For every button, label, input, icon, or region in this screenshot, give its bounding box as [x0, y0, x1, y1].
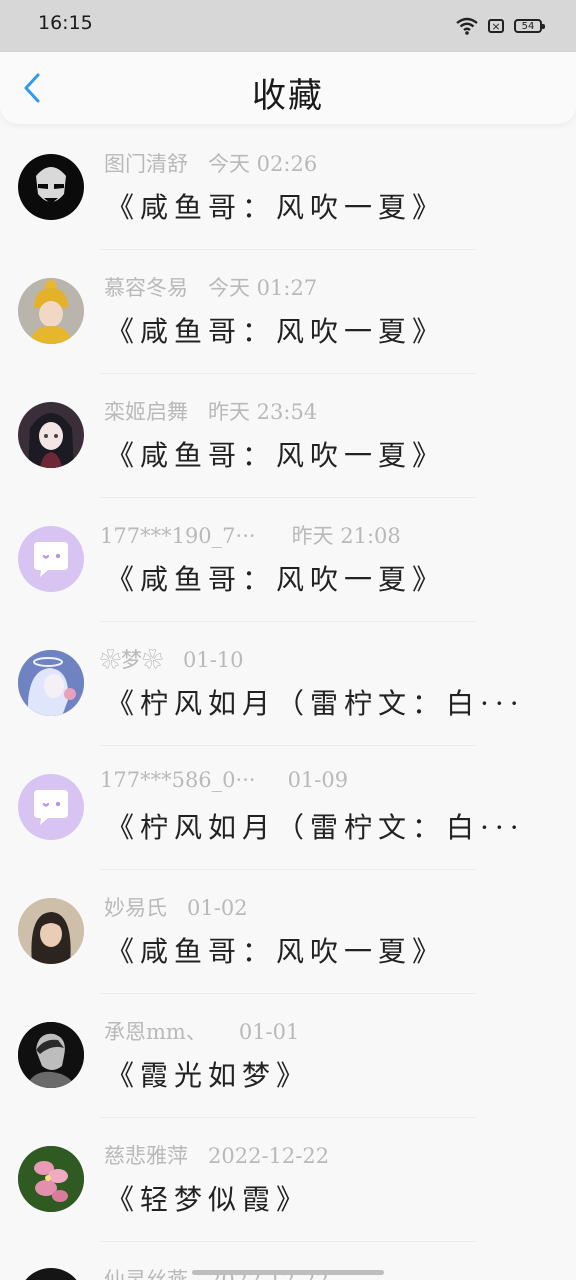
item-title: 《咸鱼哥：风吹一夏》	[106, 935, 447, 968]
battery-level: 54	[521, 20, 535, 32]
user-name: 妙易氏	[104, 896, 167, 920]
avatar[interactable]	[18, 1022, 84, 1088]
status-time: 16:15	[38, 12, 93, 34]
list-item[interactable]: 妙易氏 01-02 《咸鱼哥：风吹一夏》	[0, 870, 576, 994]
user-name: 栾姬启舞	[104, 400, 188, 424]
list-item[interactable]: 177***190_7··· 昨天 21:08 《咸鱼哥：风吹一夏》	[0, 498, 576, 622]
timestamp: 昨天 21:08	[291, 524, 401, 548]
timestamp: 2022-12-22	[208, 1144, 330, 1168]
home-indicator[interactable]	[192, 1270, 384, 1275]
orchid-avatar-icon	[18, 1146, 84, 1212]
user-name: 慈悲雅萍	[104, 1144, 188, 1168]
item-title: 《咸鱼哥：风吹一夏》	[106, 191, 447, 224]
item-title: 《柠风如月（雷柠文：白···	[106, 687, 525, 720]
user-name: ❀梦❀	[100, 648, 163, 672]
battery-icon: 54	[514, 19, 545, 33]
mask-avatar-icon	[36, 167, 66, 204]
list-item[interactable]: ❀梦❀ 01-10 《柠风如月（雷柠文：白···	[0, 622, 576, 746]
dark-portrait-avatar-icon	[18, 1022, 84, 1088]
timestamp: 01-01	[238, 1020, 300, 1044]
item-meta: 妙易氏 01-02	[104, 892, 248, 922]
list-item[interactable]: 图门清舒 今天 02:26 《咸鱼哥：风吹一夏》	[0, 126, 576, 250]
anime-girl-avatar-icon	[28, 413, 74, 468]
favorites-list: 图门清舒 今天 02:26 《咸鱼哥：风吹一夏》 慕容冬易 今天 01:27 《咸鱼…	[0, 126, 576, 1242]
header: 收藏	[0, 52, 576, 124]
user-name: 图门清舒	[104, 152, 188, 176]
list-item[interactable]: 慕容冬易 今天 01:27 《咸鱼哥：风吹一夏》	[0, 250, 576, 374]
page-title: 收藏	[252, 76, 324, 116]
item-title: 《咸鱼哥：风吹一夏》	[106, 315, 447, 348]
chat-bubble-icon	[34, 790, 68, 825]
angel-avatar-icon	[18, 650, 84, 716]
item-meta: 慈悲雅萍 2022-12-22	[104, 1140, 329, 1170]
item-meta: 图门清舒 今天 02:26	[104, 148, 317, 178]
avatar[interactable]	[18, 650, 84, 716]
item-meta: 慕容冬易 今天 01:27	[104, 272, 317, 302]
avatar[interactable]	[18, 526, 84, 592]
user-name: 慕容冬易	[104, 276, 188, 300]
list-item[interactable]: 177***586_0··· 01-09 《柠风如月（雷柠文：白···	[0, 746, 576, 870]
user-name: 177***190_7···	[100, 524, 256, 548]
avatar[interactable]	[18, 154, 84, 220]
avatar[interactable]	[18, 1268, 84, 1280]
timestamp: 01-10	[183, 648, 244, 672]
wifi-icon	[456, 17, 478, 35]
chat-bubble-icon	[34, 542, 68, 577]
yellow-hat-avatar-icon	[18, 278, 84, 344]
timestamp: 01-09	[287, 768, 349, 792]
user-name: 仙灵丝燕	[104, 1268, 188, 1280]
timestamp: 今天 02:26	[208, 152, 318, 176]
item-title: 《咸鱼哥：风吹一夏》	[106, 439, 447, 472]
item-meta: 177***586_0··· 01-09	[100, 768, 348, 792]
avatar[interactable]	[18, 402, 84, 468]
timestamp: 昨天 23:54	[208, 400, 318, 424]
item-meta: 177***190_7··· 昨天 21:08	[100, 520, 401, 550]
timestamp: 01-02	[187, 896, 248, 920]
list-item[interactable]: 承恩mm、 01-01 《霞光如梦》	[0, 994, 576, 1118]
list-item[interactable]: 栾姬启舞 昨天 23:54 《咸鱼哥：风吹一夏》	[0, 374, 576, 498]
list-item[interactable]: 慈悲雅萍 2022-12-22 《轻梦似霞》	[0, 1118, 576, 1242]
user-name: 177***586_0···	[100, 768, 256, 792]
girl-photo-avatar-icon	[18, 898, 84, 964]
timestamp: 今天 01:27	[208, 276, 318, 300]
item-title: 《霞光如梦》	[106, 1059, 311, 1092]
item-meta: 承恩mm、 01-01	[104, 1016, 299, 1046]
status-icons: × 54	[456, 14, 545, 38]
avatar[interactable]	[18, 278, 84, 344]
item-meta: 栾姬启舞 昨天 23:54	[104, 396, 317, 426]
avatar[interactable]	[18, 898, 84, 964]
item-title: 《柠风如月（雷柠文：白···	[106, 811, 525, 844]
sim-icon: ×	[488, 19, 504, 33]
item-title: 《咸鱼哥：风吹一夏》	[106, 563, 447, 596]
item-meta: ❀梦❀ 01-10	[100, 644, 244, 674]
status-bar: 16:15 × 54	[0, 0, 576, 52]
avatar[interactable]	[18, 774, 84, 840]
item-title: 《轻梦似霞》	[106, 1183, 311, 1216]
user-name: 承恩mm、	[104, 1020, 207, 1044]
avatar[interactable]	[18, 1146, 84, 1212]
